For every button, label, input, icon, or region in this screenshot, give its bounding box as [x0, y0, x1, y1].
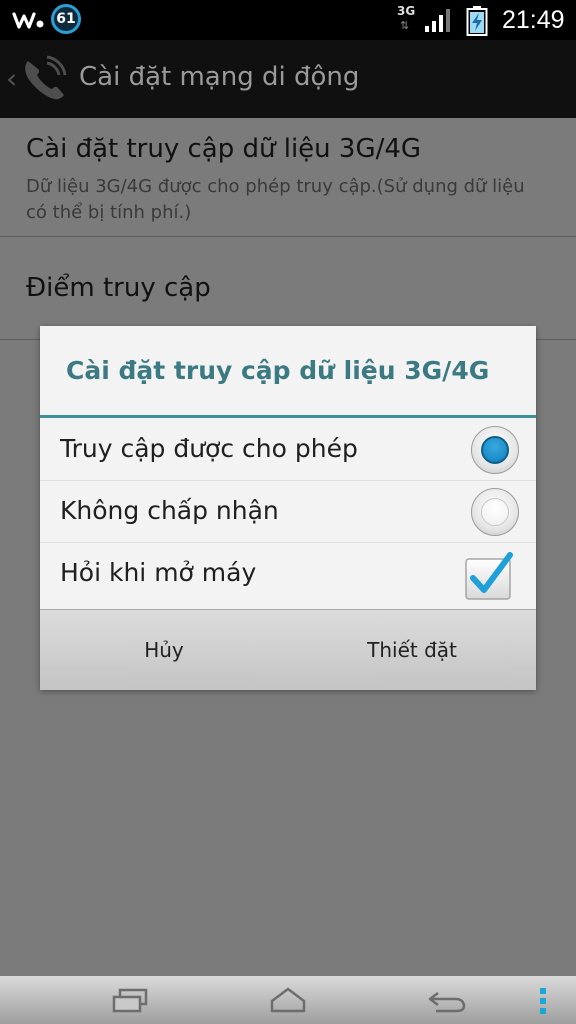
option-label: Không chấp nhận — [60, 496, 279, 525]
setting-summary: Dữ liệu 3G/4G được cho phép truy cập.(Sử… — [26, 176, 525, 223]
battery-charging-icon — [466, 6, 488, 36]
option-ask-on-boot[interactable]: Hỏi khi mở máy — [40, 543, 536, 605]
page-title: Cài đặt mạng di động — [79, 62, 360, 92]
network-type-label: 3G — [397, 4, 416, 18]
status-bar: 61 3G ⇅ 21:49 — [0, 0, 576, 40]
signal-icon — [425, 9, 450, 32]
data-activity-icon: ⇅ — [400, 19, 409, 32]
set-button[interactable]: Thiết đặt — [288, 613, 536, 687]
cancel-button[interactable]: Hủy — [40, 613, 288, 687]
home-icon[interactable] — [268, 986, 308, 1014]
setting-title: Điểm truy cập — [26, 273, 211, 303]
data-access-dialog: Cài đặt truy cập dữ liệu 3G/4G Truy cập … — [40, 326, 536, 690]
checkbox-checked[interactable] — [464, 551, 514, 601]
option-allow[interactable]: Truy cập được cho phép — [40, 419, 536, 481]
up-caret-icon[interactable]: ‹ — [6, 62, 17, 95]
dialog-divider — [40, 415, 536, 418]
option-deny[interactable]: Không chấp nhận — [40, 481, 536, 543]
navigation-bar — [0, 976, 576, 1024]
menu-icon[interactable] — [538, 986, 548, 1016]
setting-item-access-point[interactable]: Điểm truy cập — [0, 237, 576, 340]
back-icon[interactable] — [426, 988, 468, 1014]
radio-button-selected[interactable] — [471, 426, 519, 474]
dialog-button-bar: Hủy Thiết đặt — [40, 609, 536, 690]
option-label: Truy cập được cho phép — [60, 434, 358, 463]
setting-title: Cài đặt truy cập dữ liệu 3G/4G — [26, 134, 422, 164]
status-clock: 21:49 — [502, 6, 565, 34]
phone-icon[interactable] — [20, 55, 70, 103]
recent-apps-icon[interactable] — [110, 988, 150, 1014]
action-bar: ‹ Cài đặt mạng di động — [0, 40, 576, 118]
dialog-title: Cài đặt truy cập dữ liệu 3G/4G — [66, 356, 490, 385]
option-label: Hỏi khi mở máy — [60, 558, 257, 587]
walkman-icon — [12, 12, 44, 29]
notification-count-badge: 61 — [51, 4, 81, 34]
setting-item-data-access[interactable]: Cài đặt truy cập dữ liệu 3G/4G Dữ liệu 3… — [0, 118, 576, 237]
radio-button-unselected[interactable] — [471, 488, 519, 536]
